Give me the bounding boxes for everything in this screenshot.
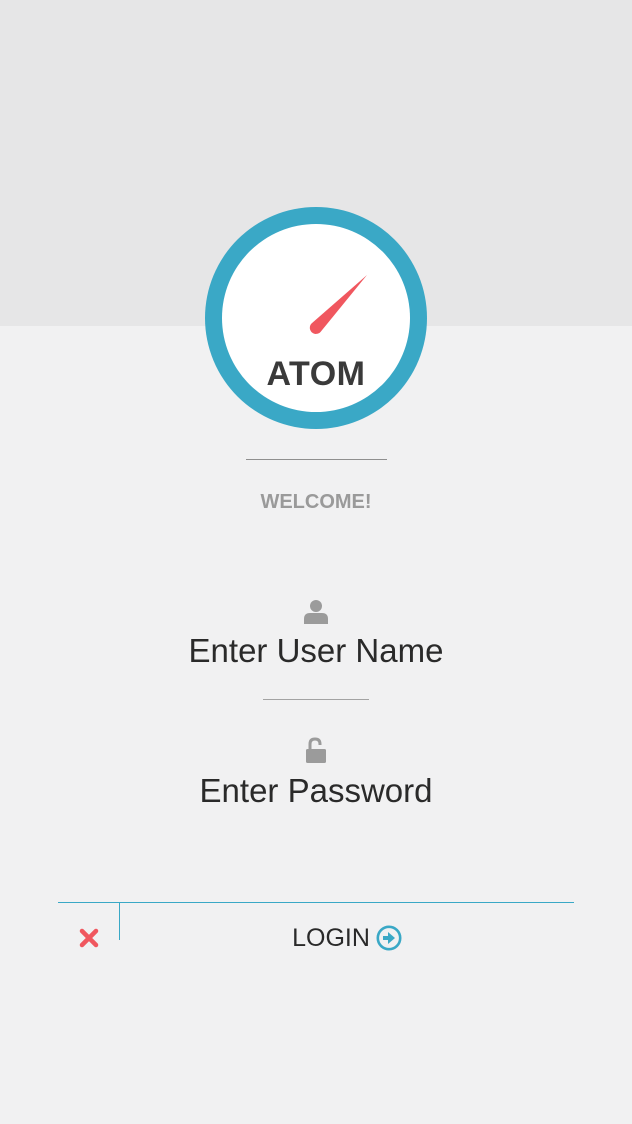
logo-text: ATOM [266, 355, 366, 393]
atom-logo: ATOM [205, 207, 427, 429]
cancel-button[interactable] [58, 903, 119, 973]
user-icon [304, 600, 328, 624]
username-field[interactable]: Enter User Name [0, 631, 632, 671]
logo-face: ATOM [222, 224, 410, 412]
login-button[interactable]: LOGIN [120, 903, 574, 973]
password-field[interactable]: Enter Password [0, 771, 632, 811]
close-icon [79, 928, 98, 948]
field-divider [263, 699, 369, 700]
login-label: LOGIN [292, 924, 370, 952]
arrow-right-circle-icon [376, 925, 402, 951]
unlock-icon [306, 737, 326, 763]
welcome-divider [246, 459, 387, 460]
welcome-heading: WELCOME! [260, 491, 372, 513]
